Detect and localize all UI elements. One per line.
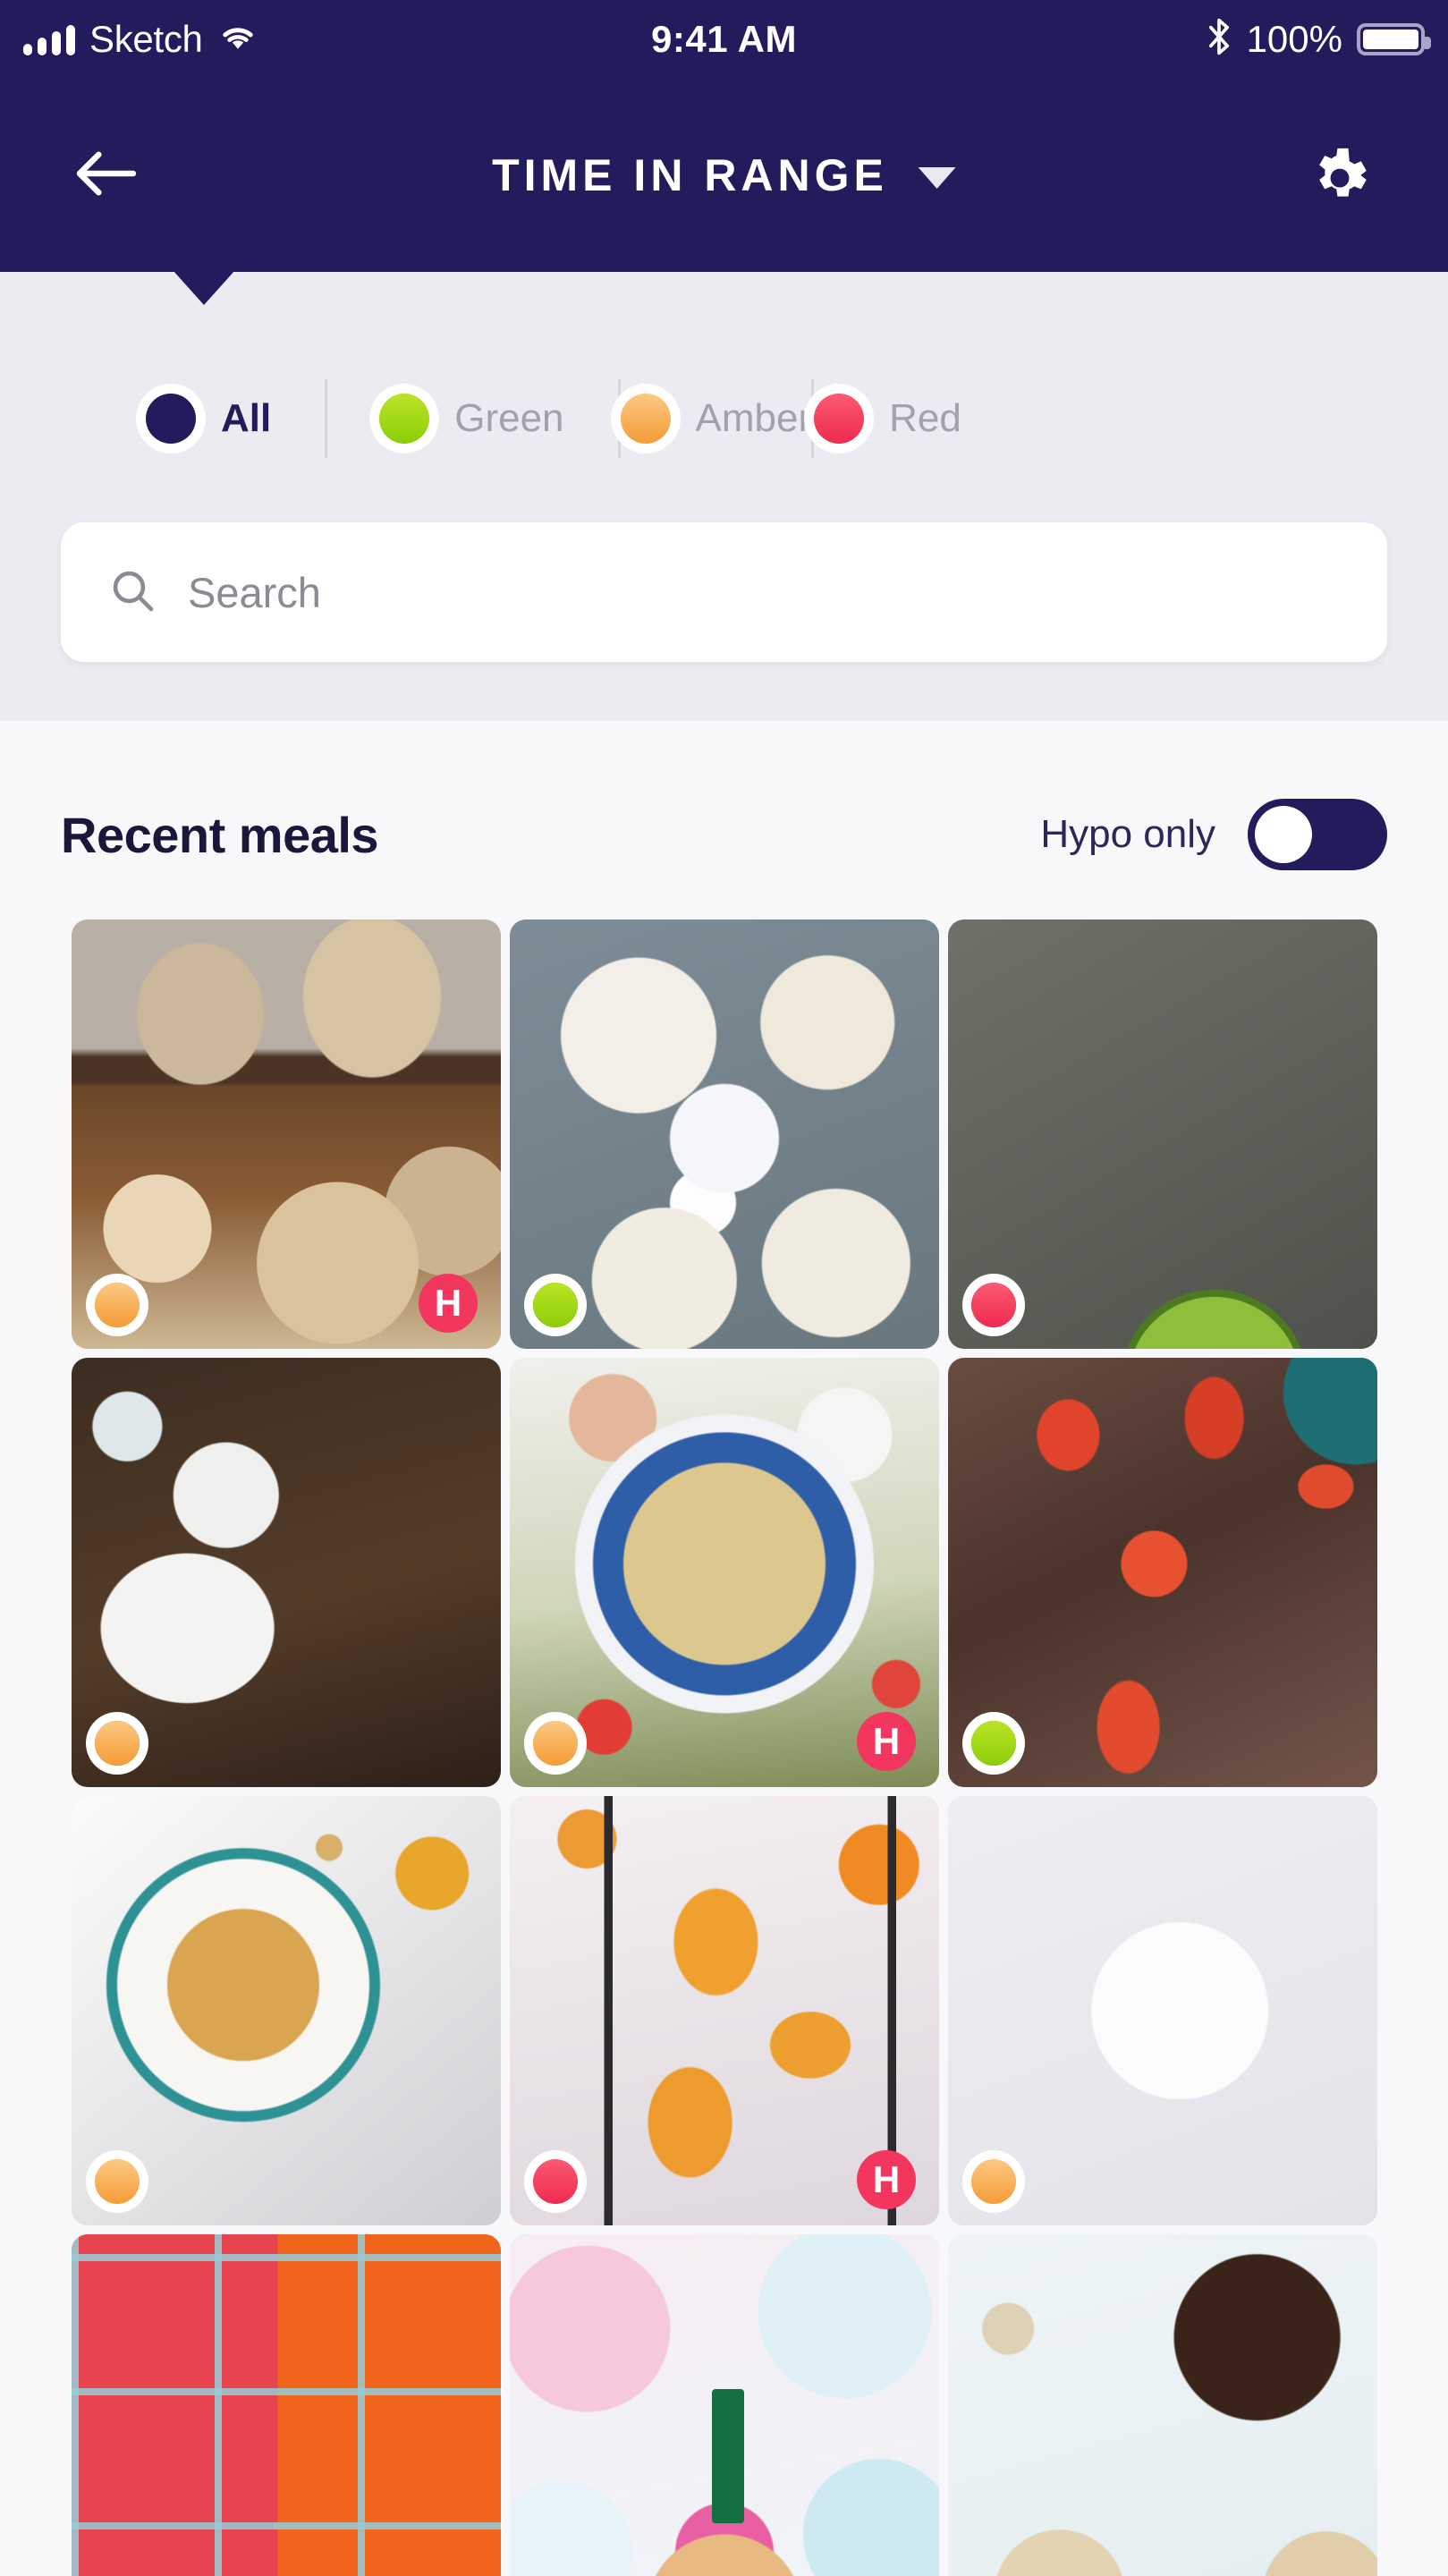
- filter-chip-row: All Green Amber Red: [0, 351, 1448, 487]
- battery-full-icon: [1357, 23, 1431, 55]
- status-bar: Sketch 9:41 AM 100%: [0, 0, 1448, 79]
- chevron-down-icon: [918, 167, 956, 189]
- red-crabs-rocks-photo: [948, 1358, 1377, 1787]
- bluetooth-icon: [1206, 16, 1232, 64]
- settings-button[interactable]: [1301, 137, 1378, 214]
- filter-dot-green: [379, 394, 430, 444]
- page-title: TIME IN RANGE: [492, 150, 888, 200]
- hypo-only-toggle[interactable]: [1248, 799, 1387, 870]
- filter-chip-green[interactable]: Green: [327, 351, 617, 487]
- hypo-badge: H: [419, 1274, 478, 1333]
- hypo-badge: H: [857, 1712, 916, 1771]
- filter-chip-amber[interactable]: Amber: [620, 351, 812, 487]
- content-area: Recent meals Hypo only H H H: [0, 721, 1448, 2576]
- toggle-knob: [1255, 806, 1312, 863]
- chocolate-donuts-photo: [948, 2234, 1377, 2576]
- panel-notch-icon: [174, 271, 234, 305]
- meal-grid: H H H: [72, 919, 1377, 2576]
- black-grapes-plate-photo: [948, 1796, 1377, 2225]
- app-screen: Sketch 9:41 AM 100% TIME IN RANGE All Gr…: [0, 0, 1448, 2576]
- coffee-beans-scale-photo: [72, 1358, 501, 1787]
- battery-percent-label: 100%: [1246, 18, 1342, 60]
- search-icon: [107, 565, 157, 620]
- filter-chip-all-label: All: [221, 396, 272, 440]
- meal-range-badge-amber: [95, 1721, 140, 1766]
- back-button[interactable]: [70, 140, 141, 211]
- meal-tile[interactable]: [948, 2234, 1377, 2576]
- meal-tile[interactable]: H: [72, 919, 501, 1349]
- meal-range-badge-green: [533, 1283, 578, 1327]
- meal-tile[interactable]: [72, 1796, 501, 2225]
- section-header: Recent meals Hypo only: [0, 785, 1448, 884]
- meal-range-badge-green: [971, 1721, 1016, 1766]
- filter-dot-amber: [620, 394, 671, 444]
- hypo-toggle-label: Hypo only: [1040, 812, 1215, 856]
- filter-chip-all[interactable]: All: [0, 351, 325, 487]
- meal-range-badge-amber: [971, 2159, 1016, 2204]
- pancakes-honey-marble-photo: [72, 1796, 501, 2225]
- meal-tile[interactable]: [510, 2234, 939, 2576]
- status-bar-right: 100%: [1206, 16, 1431, 64]
- filter-chip-red-label: Red: [889, 396, 961, 440]
- meal-tile[interactable]: [72, 1358, 501, 1787]
- back-arrow-icon: [74, 149, 137, 202]
- search-bar[interactable]: Search: [61, 522, 1387, 662]
- meal-tile[interactable]: [510, 919, 939, 1349]
- filter-chip-green-label: Green: [454, 396, 564, 440]
- meal-range-badge-red: [971, 1283, 1016, 1327]
- filter-panel: All Green Amber Red Search: [0, 271, 1448, 721]
- meal-tile[interactable]: [948, 919, 1377, 1349]
- birthday-cupcake-one-photo: [510, 2234, 939, 2576]
- meal-tile[interactable]: [948, 1796, 1377, 2225]
- gear-icon: [1306, 140, 1374, 212]
- strawberries-tomatoes-photo: [72, 2234, 501, 2576]
- filter-dot-red: [814, 394, 865, 444]
- nav-title-dropdown[interactable]: TIME IN RANGE: [492, 149, 956, 201]
- filter-chip-red[interactable]: Red: [814, 351, 961, 487]
- meal-tile[interactable]: H: [510, 1358, 939, 1787]
- kiwi-slice-dark-photo: [948, 919, 1377, 1349]
- hypo-badge: H: [857, 2150, 916, 2209]
- section-title: Recent meals: [61, 806, 379, 863]
- filter-chip-amber-label: Amber: [695, 396, 812, 440]
- nav-bar: TIME IN RANGE: [0, 79, 1448, 272]
- meal-range-badge-amber: [533, 1721, 578, 1766]
- search-input[interactable]: Search: [188, 568, 321, 617]
- meal-range-badge-amber: [95, 1283, 140, 1327]
- meal-range-badge-red: [533, 2159, 578, 2204]
- shared-noodle-bowls-photo: [510, 919, 939, 1349]
- meal-tile[interactable]: [72, 2234, 501, 2576]
- meal-range-badge-amber: [95, 2159, 140, 2204]
- meal-tile[interactable]: [948, 1358, 1377, 1787]
- meal-tile[interactable]: H: [510, 1796, 939, 2225]
- filter-dot-all: [146, 394, 196, 444]
- hypo-filter-control: Hypo only: [1040, 799, 1387, 870]
